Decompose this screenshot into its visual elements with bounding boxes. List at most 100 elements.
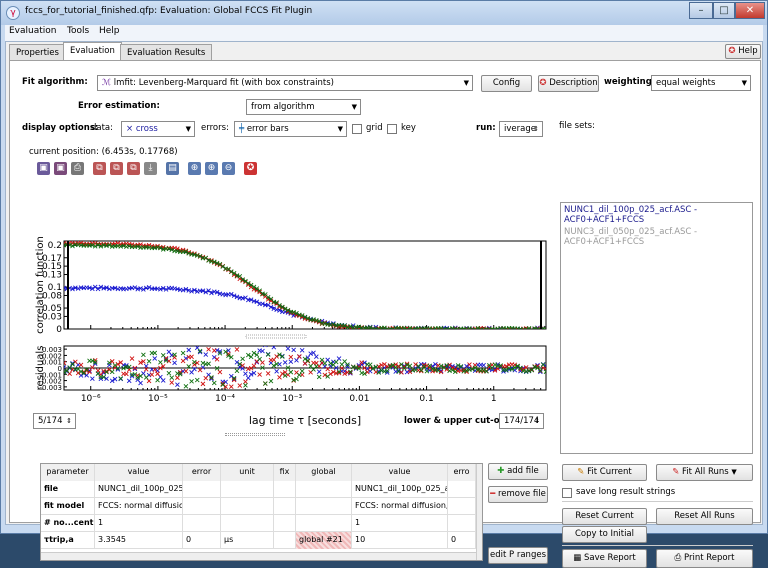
cell-error2[interactable]: 0 bbox=[448, 532, 476, 549]
table-row[interactable]: τtrip,a 3.3545 0 µs global #21 10 0 bbox=[41, 532, 482, 549]
cell-unit[interactable] bbox=[221, 515, 274, 532]
reset-current-button[interactable]: Reset Current bbox=[562, 508, 647, 525]
cell-global[interactable]: global #21 bbox=[296, 532, 352, 549]
col-value-2[interactable]: value bbox=[352, 464, 448, 481]
lower-cutoff-spinbox[interactable]: 5/174 ⇕ bbox=[33, 413, 76, 429]
cell-fix[interactable] bbox=[274, 481, 296, 498]
residuals-axis-label: residuals bbox=[35, 346, 46, 391]
copy-icon[interactable]: ⧉ bbox=[93, 162, 106, 175]
col-global[interactable]: global bbox=[296, 464, 352, 481]
col-parameter[interactable]: parameter bbox=[41, 464, 95, 481]
cell-error2[interactable] bbox=[448, 498, 476, 515]
cell-fix[interactable] bbox=[274, 515, 296, 532]
table-horizontal-scrollbar[interactable] bbox=[41, 552, 476, 560]
table-row[interactable]: fileNUNC1_dil_100p_025_acf.ASC - ACF0 NUN… bbox=[41, 481, 482, 498]
cell-global[interactable] bbox=[296, 515, 352, 532]
cell-value[interactable]: 3.3545 bbox=[95, 532, 183, 549]
upper-cutoff-spinbox[interactable]: 174/174 ⇕ bbox=[499, 413, 544, 429]
fit-all-runs-button[interactable]: ✎ Fit All Runs ▼ bbox=[656, 464, 753, 481]
cell-unit[interactable] bbox=[221, 498, 274, 515]
col-value[interactable]: value bbox=[95, 464, 183, 481]
save-as-icon[interactable]: ▣ bbox=[54, 162, 67, 175]
cell-error[interactable] bbox=[183, 498, 221, 515]
cell-error[interactable]: 0 bbox=[183, 532, 221, 549]
help-button[interactable]: ✪ Help bbox=[725, 44, 761, 59]
copy-to-initial-button[interactable]: Copy to Initial bbox=[562, 526, 647, 543]
save-icon[interactable]: ▣ bbox=[37, 162, 50, 175]
cell-error[interactable] bbox=[183, 481, 221, 498]
errors-style-combo[interactable]: ╪ error bars ▼ bbox=[234, 121, 347, 137]
grid-checkbox[interactable] bbox=[352, 124, 362, 134]
table-row[interactable]: # no...cent 1 1 bbox=[41, 515, 482, 532]
cell-global[interactable] bbox=[296, 481, 352, 498]
menu-help[interactable]: Help bbox=[99, 26, 120, 36]
cell-value[interactable]: NUNC1_dil_100p_025_acf.ASC - ACF0 bbox=[95, 481, 183, 498]
file-set-item-2-model: ACF0+ACF1+FCCS bbox=[564, 237, 645, 247]
data-style-combo[interactable]: × cross ▼ bbox=[121, 121, 195, 137]
zoom-in-icon[interactable]: ⊕ bbox=[205, 162, 218, 175]
cell-value2[interactable]: 10 bbox=[352, 532, 448, 549]
tab-evaluation[interactable]: Evaluation bbox=[63, 42, 122, 61]
parameter-table[interactable]: parameter value error unit fix global va… bbox=[40, 463, 483, 561]
print-report-button[interactable]: ⎙ Print Report bbox=[656, 549, 753, 568]
maximize-button[interactable]: □ bbox=[713, 2, 735, 19]
run-spinbox[interactable]: iverage ⇕ bbox=[499, 121, 543, 137]
menu-tools[interactable]: Tools bbox=[67, 26, 89, 36]
settings-icon[interactable]: ✪ bbox=[244, 162, 257, 175]
minimize-button[interactable]: – bbox=[689, 2, 713, 19]
weighting-combo[interactable]: equal weights ▼ bbox=[651, 75, 751, 91]
cell-value[interactable]: FCCS: normal diffusion, speci...B, c/D p… bbox=[95, 498, 183, 515]
tab-evaluation-results[interactable]: Evaluation Results bbox=[120, 44, 213, 61]
reset-all-runs-button[interactable]: Reset All Runs bbox=[656, 508, 753, 525]
menu-evaluation[interactable]: Evaluation bbox=[9, 26, 57, 36]
cell-unit[interactable] bbox=[221, 481, 274, 498]
file-sets-list[interactable]: NUNC1_dil_100p_025_acf.ASC - ACF0+ACF1+F… bbox=[560, 202, 753, 454]
zoom-all-icon[interactable]: ⊕ bbox=[188, 162, 201, 175]
chevron-down-icon: ▼ bbox=[731, 468, 737, 476]
divider bbox=[562, 501, 753, 502]
save-report-button[interactable]: ▦ Save Report bbox=[562, 549, 647, 568]
cell-fix[interactable] bbox=[274, 532, 296, 549]
file-set-item-1[interactable]: NUNC1_dil_100p_025_acf.ASC - ACF0+ACF1+F… bbox=[564, 205, 697, 225]
copy-data-icon[interactable]: ⧉ bbox=[110, 162, 123, 175]
fit-algorithm-combo[interactable]: ℳ lmfit: Levenberg-Marquard fit (with bo… bbox=[97, 75, 473, 91]
config-button[interactable]: Config bbox=[481, 75, 532, 92]
cell-value2[interactable]: FCCS: normal diffusion, sp bbox=[352, 498, 448, 515]
cell-value2[interactable]: 1 bbox=[352, 515, 448, 532]
col-unit[interactable]: unit bbox=[221, 464, 274, 481]
cell-unit[interactable]: µs bbox=[221, 532, 274, 549]
cell-value2[interactable]: NUNC1_dil_100p_025_acf. bbox=[352, 481, 448, 498]
close-button[interactable]: ✕ bbox=[735, 2, 765, 19]
window-title: fccs_for_tutorial_finished.qfp: Evaluati… bbox=[25, 6, 313, 16]
cell-value[interactable]: 1 bbox=[95, 515, 183, 532]
cell-name: file bbox=[41, 481, 95, 498]
cell-error2[interactable] bbox=[448, 515, 476, 532]
splitter-handle[interactable] bbox=[225, 433, 285, 436]
zoom-out-icon[interactable]: ⊖ bbox=[222, 162, 235, 175]
table-icon[interactable]: ▤ bbox=[166, 162, 179, 175]
add-file-button[interactable]: ✚ add file bbox=[488, 463, 548, 480]
print-icon[interactable]: ⎙ bbox=[71, 162, 84, 175]
tab-properties[interactable]: Properties bbox=[9, 44, 66, 61]
table-row[interactable]: fit modelFCCS: normal diffusion, speci..… bbox=[41, 498, 482, 515]
description-button[interactable]: ✪ Description bbox=[538, 75, 599, 92]
remove-file-button[interactable]: ━ remove file bbox=[488, 486, 548, 503]
save-long-checkbox[interactable] bbox=[562, 488, 572, 498]
col-fix[interactable]: fix bbox=[274, 464, 296, 481]
fit-current-button[interactable]: ✎ Fit Current bbox=[562, 464, 647, 481]
fcs-plot[interactable]: 0.20.170.150.130.10.080.050.0300.0030.00… bbox=[31, 235, 554, 431]
key-checkbox[interactable] bbox=[387, 124, 397, 134]
col-error[interactable]: error bbox=[183, 464, 221, 481]
col-error-2[interactable]: erro bbox=[448, 464, 476, 481]
table-vertical-scrollbar[interactable] bbox=[476, 464, 482, 560]
cell-error2[interactable] bbox=[448, 481, 476, 498]
cell-error[interactable] bbox=[183, 515, 221, 532]
cell-fix[interactable] bbox=[274, 498, 296, 515]
edit-ranges-button[interactable]: edit P ranges bbox=[488, 547, 548, 564]
current-position: current position: (6.453s, 0.17768) bbox=[29, 147, 178, 157]
error-estimation-combo[interactable]: from algorithm ▼ bbox=[246, 99, 361, 115]
cell-global[interactable] bbox=[296, 498, 352, 515]
file-set-item-2[interactable]: NUNC3_dil_050p_025_acf.ASC - ACF0+ACF1+F… bbox=[564, 227, 697, 247]
export-icon[interactable]: ⤓ bbox=[144, 162, 157, 175]
copy-matlab-icon[interactable]: ⧉ bbox=[127, 162, 140, 175]
